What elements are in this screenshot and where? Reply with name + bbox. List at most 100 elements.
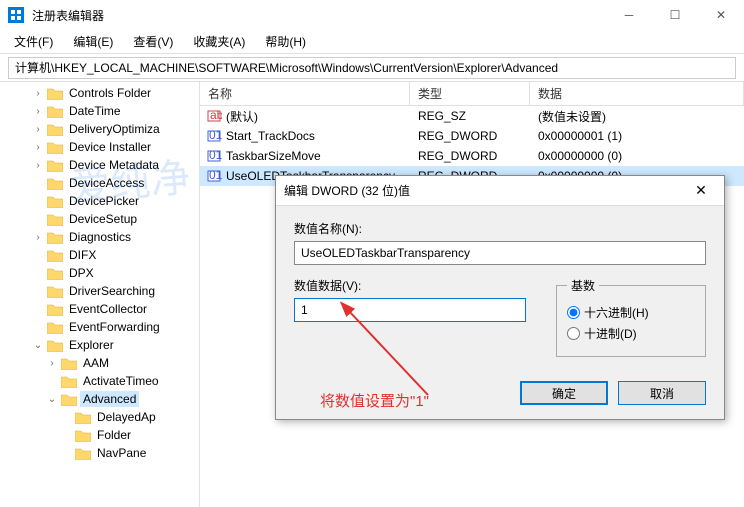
expand-icon[interactable]: ›: [32, 106, 44, 117]
value-name-input[interactable]: [294, 241, 706, 265]
value-data: (数值未设置): [530, 108, 744, 125]
tree-item[interactable]: ⌄Advanced: [0, 390, 199, 408]
folder-icon: [75, 447, 91, 460]
tree-item[interactable]: ›DateTime: [0, 102, 199, 120]
minimize-button[interactable]: ─: [606, 0, 652, 30]
expand-icon[interactable]: ›: [32, 88, 44, 99]
tree-label: DPX: [66, 265, 97, 281]
folder-icon: [47, 213, 63, 226]
expand-icon[interactable]: ›: [32, 124, 44, 135]
value-type: REG_SZ: [410, 109, 530, 123]
value-name-label: 数值名称(N):: [294, 220, 706, 237]
value-data: 0x00000000 (0): [530, 149, 744, 163]
tree-item[interactable]: ›Diagnostics: [0, 228, 199, 246]
tree-label: DeviceAccess: [66, 175, 147, 191]
addressbar: [0, 54, 744, 82]
expand-icon[interactable]: ›: [32, 160, 44, 171]
svg-text:011: 011: [209, 128, 222, 142]
tree-item[interactable]: › AAM: [0, 354, 199, 372]
folder-icon: [47, 321, 63, 334]
expand-icon[interactable]: ›: [32, 232, 44, 243]
tree-label: Explorer: [66, 337, 117, 353]
value-data-input[interactable]: [294, 298, 526, 322]
dialog-close-icon[interactable]: ✕: [686, 182, 716, 199]
tree-label: Device Metadata: [66, 157, 162, 173]
tree-item[interactable]: › DeliveryOptimiza: [0, 120, 199, 138]
tree-item[interactable]: DevicePicker: [0, 192, 199, 210]
value-type: REG_DWORD: [410, 129, 530, 143]
close-button[interactable]: ✕: [698, 0, 744, 30]
col-header-name[interactable]: 名称: [200, 81, 410, 106]
tree-label: DelayedAp: [94, 409, 159, 425]
address-input[interactable]: [8, 57, 736, 79]
tree-label: DIFX: [66, 247, 99, 263]
folder-icon: [47, 141, 63, 154]
menu-view[interactable]: 查看(V): [123, 31, 183, 52]
edit-dword-dialog: 编辑 DWORD (32 位)值 ✕ 数值名称(N): 数值数据(V): 基数 …: [275, 175, 725, 420]
tree-item[interactable]: DriverSearching: [0, 282, 199, 300]
folder-icon: [61, 375, 77, 388]
tree-item[interactable]: DIFX: [0, 246, 199, 264]
folder-icon: [47, 231, 63, 244]
value-data-label: 数值数据(V):: [294, 277, 526, 294]
menu-favorites[interactable]: 收藏夹(A): [183, 31, 255, 52]
svg-text:011: 011: [209, 168, 222, 182]
value-name: (默认): [224, 108, 410, 125]
folder-icon: [47, 339, 63, 352]
window-title: 注册表编辑器: [32, 7, 606, 24]
tree-label: Controls Folder: [66, 85, 154, 101]
folder-icon: [47, 177, 63, 190]
list-header: 名称 类型 数据: [200, 82, 744, 106]
tree-item[interactable]: DPX: [0, 264, 199, 282]
cancel-button[interactable]: 取消: [618, 381, 706, 405]
menubar: 文件(F) 编辑(E) 查看(V) 收藏夹(A) 帮助(H): [0, 30, 744, 54]
tree-item[interactable]: › Controls Folder: [0, 84, 199, 102]
value-row[interactable]: 011TaskbarSizeMoveREG_DWORD0x00000000 (0…: [200, 146, 744, 166]
menu-help[interactable]: 帮助(H): [255, 31, 316, 52]
tree-item[interactable]: NavPane: [0, 444, 199, 462]
expand-icon[interactable]: ›: [46, 358, 58, 369]
col-header-type[interactable]: 类型: [410, 81, 530, 106]
folder-icon: [47, 195, 63, 208]
menu-file[interactable]: 文件(F): [4, 31, 63, 52]
radix-hex-radio[interactable]: [567, 306, 580, 319]
folder-icon: [47, 87, 63, 100]
tree-item[interactable]: ActivateTimeo: [0, 372, 199, 390]
tree-item[interactable]: EventCollector: [0, 300, 199, 318]
tree-item[interactable]: › Device Metadata: [0, 156, 199, 174]
ok-button[interactable]: 确定: [520, 381, 608, 405]
maximize-button[interactable]: ☐: [652, 0, 698, 30]
tree-label: Folder: [94, 427, 134, 443]
folder-icon: [47, 159, 63, 172]
radix-dec-radio[interactable]: [567, 327, 580, 340]
svg-text:011: 011: [209, 148, 222, 162]
tree-label: EventForwarding: [66, 319, 163, 335]
tree-label: DriverSearching: [66, 283, 158, 299]
folder-icon: [47, 285, 63, 298]
value-row[interactable]: ab(默认)REG_SZ(数值未设置): [200, 106, 744, 126]
tree-label: NavPane: [94, 445, 149, 461]
expand-icon[interactable]: ⌄: [32, 340, 44, 351]
tree-item[interactable]: DeviceSetup: [0, 210, 199, 228]
dialog-title: 编辑 DWORD (32 位)值: [284, 182, 686, 199]
tree-panel[interactable]: ›Controls Folder›DateTime›DeliveryOptimi…: [0, 82, 200, 507]
radix-hex-label: 十六进制(H): [584, 304, 649, 321]
folder-icon: [75, 411, 91, 424]
menu-edit[interactable]: 编辑(E): [63, 31, 123, 52]
tree-item[interactable]: DelayedAp: [0, 408, 199, 426]
tree-item[interactable]: EventForwarding: [0, 318, 199, 336]
col-header-data[interactable]: 数据: [530, 81, 744, 106]
value-name: TaskbarSizeMove: [224, 149, 410, 163]
tree-item[interactable]: DeviceAccess: [0, 174, 199, 192]
tree-item[interactable]: ›Device Installer: [0, 138, 199, 156]
tree-item[interactable]: ⌄ Explorer: [0, 336, 199, 354]
tree-item[interactable]: Folder: [0, 426, 199, 444]
radix-legend: 基数: [567, 277, 599, 294]
tree-label: DeliveryOptimiza: [66, 121, 163, 137]
folder-icon: [47, 303, 63, 316]
expand-icon[interactable]: ⌄: [46, 394, 58, 405]
value-row[interactable]: 011Start_TrackDocsREG_DWORD0x00000001 (1…: [200, 126, 744, 146]
tree-label: EventCollector: [66, 301, 150, 317]
expand-icon[interactable]: ›: [32, 142, 44, 153]
tree-label: AAM: [80, 355, 112, 371]
